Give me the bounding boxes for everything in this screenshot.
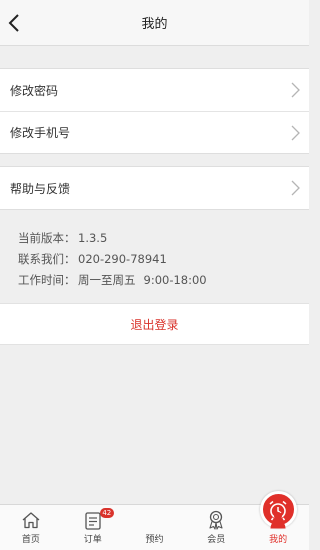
chevron-left-icon — [8, 14, 19, 32]
chevron-right-icon — [291, 125, 300, 140]
change-password-item[interactable]: 修改密码 — [0, 69, 309, 111]
change-password-label: 修改密码 — [10, 83, 59, 98]
version-value: 1.3.5 — [78, 231, 108, 245]
help-feedback-label: 帮助与反馈 — [10, 181, 71, 196]
chevron-right-icon — [291, 180, 300, 196]
hours-value: 周一至周五 9:00-18:00 — [78, 270, 207, 291]
logout-label: 退出登录 — [130, 317, 179, 332]
contact-line: 联系我们： 020-290-78941 — [18, 249, 207, 270]
hours-label: 工作时间： — [18, 273, 76, 287]
change-phone-item[interactable]: 修改手机号 — [0, 111, 309, 153]
back-button[interactable] — [4, 9, 24, 37]
logout-button[interactable]: 退出登录 — [0, 303, 309, 345]
hours-days: 周一至周五 — [78, 273, 136, 287]
chevron-right-icon — [291, 82, 300, 98]
bottom-tab-bar: 首页 42 订单 预约 会员 我的 — [0, 491, 309, 550]
orders-icon — [85, 511, 101, 530]
page-title: 我的 — [141, 17, 168, 32]
hours-time: 9:00-18:00 — [143, 273, 207, 287]
top-bar: 我的 — [0, 0, 309, 46]
tab-booking[interactable]: 预约 — [124, 491, 297, 550]
orders-badge: 42 — [99, 508, 114, 518]
hours-line: 工作时间： 周一至周五 9:00-18:00 — [18, 270, 207, 291]
person-icon — [270, 512, 286, 529]
home-icon — [22, 512, 40, 529]
tab-home-label: 首页 — [21, 535, 40, 545]
change-phone-label: 修改手机号 — [10, 126, 71, 140]
contact-phone[interactable]: 020-290-78941 — [78, 249, 167, 270]
help-group: 帮助与反馈 — [0, 166, 309, 210]
tab-mine-label: 我的 — [269, 535, 288, 545]
app-info: 当前版本： 1.3.5 联系我们： 020-290-78941 工作时间： 周一… — [18, 228, 207, 291]
tab-home[interactable]: 首页 — [0, 505, 62, 550]
tab-booking-label: 预约 — [145, 535, 164, 545]
version-line: 当前版本： 1.3.5 — [18, 228, 207, 249]
tab-member[interactable]: 会员 — [185, 505, 247, 550]
account-settings-group: 修改密码 修改手机号 — [0, 68, 309, 154]
version-label: 当前版本： — [18, 231, 76, 245]
tab-mine[interactable]: 我的 — [247, 505, 309, 550]
help-feedback-item[interactable]: 帮助与反馈 — [0, 167, 309, 209]
tab-member-label: 会员 — [207, 535, 226, 545]
contact-label: 联系我们： — [18, 252, 76, 266]
tab-orders-label: 订单 — [83, 535, 102, 545]
tab-orders[interactable]: 42 订单 — [62, 505, 124, 550]
member-badge-icon — [209, 510, 223, 530]
